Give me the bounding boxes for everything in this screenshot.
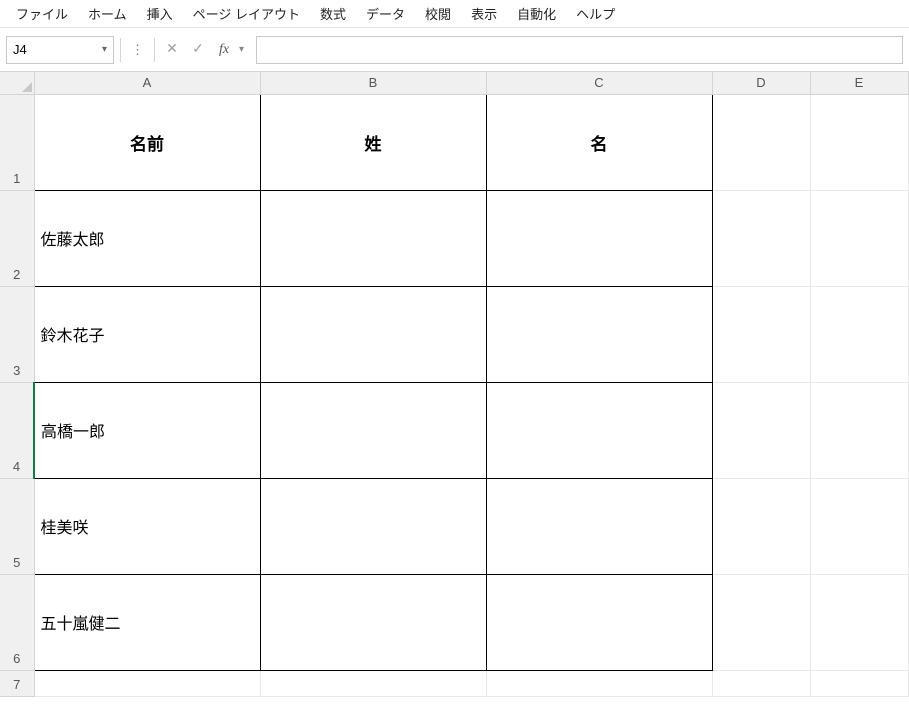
cell-A4[interactable]: 高橋一郎 bbox=[34, 382, 260, 478]
cell-B6[interactable] bbox=[260, 574, 486, 670]
divider bbox=[154, 38, 155, 62]
cell-E5[interactable] bbox=[810, 478, 908, 574]
menu-bar: ファイル ホーム 挿入 ページ レイアウト 数式 データ 校閲 表示 自動化 ヘ… bbox=[0, 0, 909, 28]
spreadsheet-grid[interactable]: A B C D E 1 名前 姓 名 2 佐藤太郎 3 鈴木花子 bbox=[0, 72, 909, 697]
cell-A3[interactable]: 鈴木花子 bbox=[34, 286, 260, 382]
cell-A6[interactable]: 五十嵐健二 bbox=[34, 574, 260, 670]
row-header-6[interactable]: 6 bbox=[0, 574, 34, 670]
cell-E3[interactable] bbox=[810, 286, 908, 382]
row-header-4[interactable]: 4 bbox=[0, 382, 34, 478]
cell-B7[interactable] bbox=[260, 670, 486, 696]
cell-C4[interactable] bbox=[486, 382, 712, 478]
col-header-D[interactable]: D bbox=[712, 72, 810, 94]
cell-E6[interactable] bbox=[810, 574, 908, 670]
cell-B4[interactable] bbox=[260, 382, 486, 478]
cell-A5[interactable]: 桂美咲 bbox=[34, 478, 260, 574]
cell-C1[interactable]: 名 bbox=[486, 94, 712, 190]
cell-A7[interactable] bbox=[34, 670, 260, 696]
formula-bar: J4 ▾ ⋮ ✕ ✓ fx ▾ bbox=[0, 28, 909, 72]
menu-data[interactable]: データ bbox=[356, 0, 415, 27]
enter-button[interactable]: ✓ bbox=[187, 38, 209, 62]
name-box[interactable]: J4 ▾ bbox=[6, 36, 114, 64]
menu-automate[interactable]: 自動化 bbox=[507, 0, 566, 27]
cell-D6[interactable] bbox=[712, 574, 810, 670]
menu-formulas[interactable]: 数式 bbox=[310, 0, 356, 27]
cell-D7[interactable] bbox=[712, 670, 810, 696]
row-header-1[interactable]: 1 bbox=[0, 94, 34, 190]
row-header-2[interactable]: 2 bbox=[0, 190, 34, 286]
col-header-B[interactable]: B bbox=[260, 72, 486, 94]
divider bbox=[120, 38, 121, 62]
cell-D5[interactable] bbox=[712, 478, 810, 574]
cell-C6[interactable] bbox=[486, 574, 712, 670]
row-header-5[interactable]: 5 bbox=[0, 478, 34, 574]
menu-view[interactable]: 表示 bbox=[461, 0, 507, 27]
chevron-down-icon[interactable]: ▾ bbox=[239, 44, 248, 55]
more-icon[interactable]: ⋮ bbox=[127, 42, 148, 58]
menu-home[interactable]: ホーム bbox=[78, 0, 137, 27]
row-header-3[interactable]: 3 bbox=[0, 286, 34, 382]
cell-B1[interactable]: 姓 bbox=[260, 94, 486, 190]
formula-input[interactable] bbox=[256, 36, 903, 64]
cell-E2[interactable] bbox=[810, 190, 908, 286]
cell-B5[interactable] bbox=[260, 478, 486, 574]
menu-review[interactable]: 校閲 bbox=[415, 0, 461, 27]
menu-file[interactable]: ファイル bbox=[6, 0, 78, 27]
cell-A2[interactable]: 佐藤太郎 bbox=[34, 190, 260, 286]
cell-C3[interactable] bbox=[486, 286, 712, 382]
cell-A1[interactable]: 名前 bbox=[34, 94, 260, 190]
select-all-corner[interactable] bbox=[0, 72, 34, 94]
col-header-E[interactable]: E bbox=[810, 72, 908, 94]
insert-function-button[interactable]: fx bbox=[213, 38, 235, 62]
menu-page-layout[interactable]: ページ レイアウト bbox=[183, 0, 310, 27]
cell-D2[interactable] bbox=[712, 190, 810, 286]
menu-insert[interactable]: 挿入 bbox=[137, 0, 183, 27]
cell-B3[interactable] bbox=[260, 286, 486, 382]
cell-C7[interactable] bbox=[486, 670, 712, 696]
cell-D3[interactable] bbox=[712, 286, 810, 382]
cell-E4[interactable] bbox=[810, 382, 908, 478]
cell-E1[interactable] bbox=[810, 94, 908, 190]
cancel-button[interactable]: ✕ bbox=[161, 38, 183, 62]
chevron-down-icon[interactable]: ▾ bbox=[102, 44, 107, 55]
col-header-A[interactable]: A bbox=[34, 72, 260, 94]
cell-D4[interactable] bbox=[712, 382, 810, 478]
col-header-C[interactable]: C bbox=[486, 72, 712, 94]
cell-D1[interactable] bbox=[712, 94, 810, 190]
cell-C2[interactable] bbox=[486, 190, 712, 286]
cell-E7[interactable] bbox=[810, 670, 908, 696]
menu-help[interactable]: ヘルプ bbox=[566, 0, 625, 27]
cell-C5[interactable] bbox=[486, 478, 712, 574]
row-header-7[interactable]: 7 bbox=[0, 670, 34, 696]
cell-B2[interactable] bbox=[260, 190, 486, 286]
name-box-value: J4 bbox=[13, 42, 27, 57]
